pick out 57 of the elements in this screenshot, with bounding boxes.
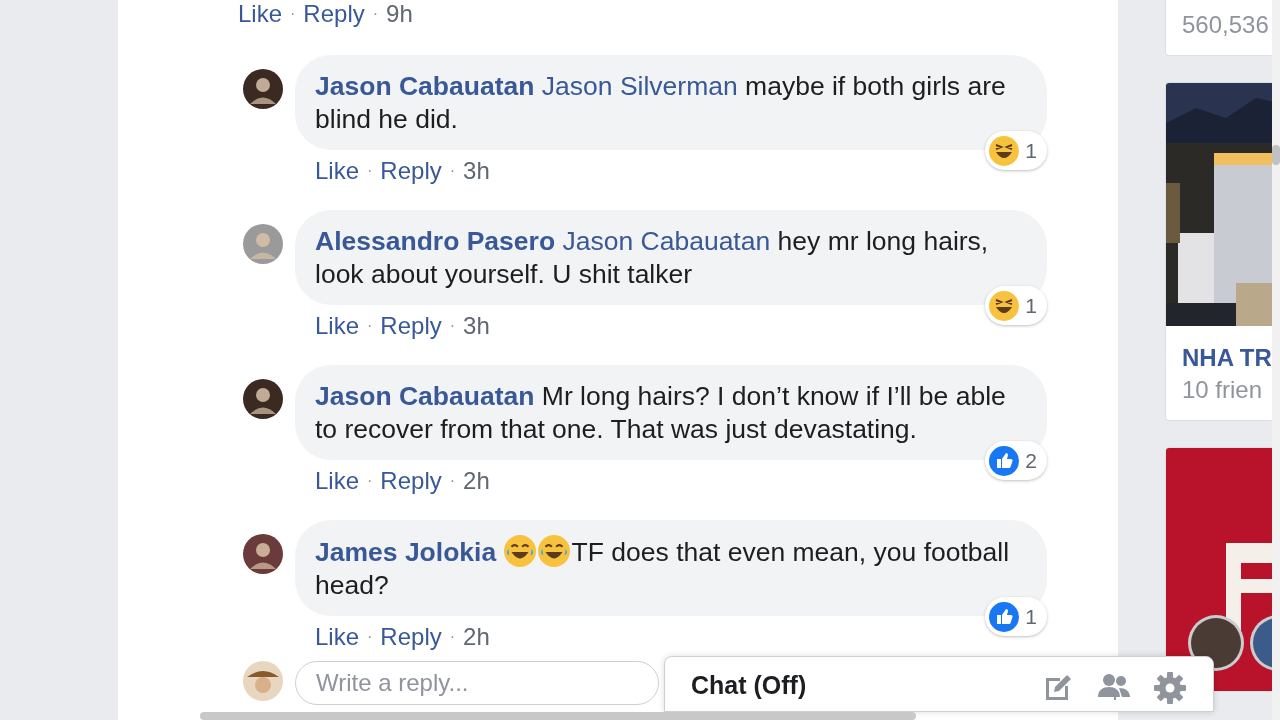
laughing-face-icon — [989, 290, 1020, 321]
author-link[interactable]: James Jolokia — [315, 537, 497, 567]
comment-time: 2h — [463, 623, 490, 651]
laughing-face-icon — [503, 535, 536, 567]
like-link[interactable]: Like — [315, 312, 360, 340]
separator: · — [367, 471, 373, 491]
reply-link[interactable]: Reply — [380, 157, 442, 185]
avatar — [243, 661, 283, 701]
separator: · — [367, 627, 373, 647]
author-link[interactable]: Jason Cabauatan — [315, 71, 535, 101]
like-link[interactable]: Like — [238, 0, 283, 28]
separator: · — [449, 471, 456, 491]
separator: · — [290, 4, 296, 24]
card-subtitle: 560,536 — [1181, 10, 1270, 40]
separator: · — [372, 4, 379, 24]
settings-icon[interactable] — [1153, 671, 1187, 705]
comment-time: 3h — [463, 157, 490, 185]
chat-title: Chat (Off) — [691, 671, 808, 700]
separator: · — [367, 161, 373, 181]
reaction-badge[interactable]: 1 — [985, 286, 1047, 325]
laughing-face-icon — [537, 535, 570, 567]
card-subtitle: 10 frien — [1181, 375, 1264, 405]
comment-time: 3h — [463, 312, 490, 340]
avatar[interactable] — [243, 69, 283, 109]
page-card[interactable]: NHA TR 10 frien — [1165, 82, 1272, 421]
avatar[interactable] — [243, 534, 283, 574]
separator: · — [449, 316, 456, 336]
reply-link[interactable]: Reply — [303, 0, 365, 28]
horizontal-scrollbar[interactable] — [200, 712, 916, 720]
card-title: NHA TR — [1181, 343, 1272, 372]
thumbs-up-icon — [989, 445, 1020, 476]
laughing-face-icon — [989, 135, 1020, 166]
separator: · — [449, 161, 456, 181]
reply-link[interactable]: Reply — [380, 467, 442, 495]
reply-field[interactable]: Write a reply... — [295, 661, 659, 705]
like-link[interactable]: Like — [315, 157, 360, 185]
comment-text: Alessandro Pasero Jason Cabauatan hey mr long hairs, look about yourself. U shit talker — [315, 226, 989, 289]
reaction-badge[interactable]: 2 — [985, 441, 1047, 480]
reaction-badge[interactable]: 1 — [985, 131, 1047, 170]
comment-time: 9h — [386, 0, 413, 28]
like-link[interactable]: Like — [315, 623, 360, 651]
comment-time: 2h — [463, 467, 490, 495]
reaction-badge[interactable]: 1 — [985, 597, 1047, 636]
reply-link[interactable]: Reply — [380, 312, 442, 340]
reply-link[interactable]: Reply — [380, 623, 442, 651]
comment-text: Jason Cabauatan Mr long hairs? I don’t know if I’ll be able to recover from that one. That was just devastating. — [315, 381, 1006, 444]
thumbs-up-icon — [989, 601, 1020, 632]
author-link[interactable]: Alessandro Pasero — [315, 226, 556, 256]
scrollbar[interactable] — [1272, 0, 1280, 720]
avatar[interactable] — [243, 379, 283, 419]
author-link[interactable]: Jason Cabauatan — [315, 381, 535, 411]
like-link[interactable]: Like — [315, 467, 360, 495]
mention-link[interactable]: Jason Cabauatan — [562, 226, 771, 256]
mention-link[interactable]: Jason Silverman — [541, 71, 738, 101]
separator: · — [449, 627, 456, 647]
separator: · — [367, 316, 373, 336]
chat-bar[interactable]: Chat (Off) — [664, 656, 1214, 712]
